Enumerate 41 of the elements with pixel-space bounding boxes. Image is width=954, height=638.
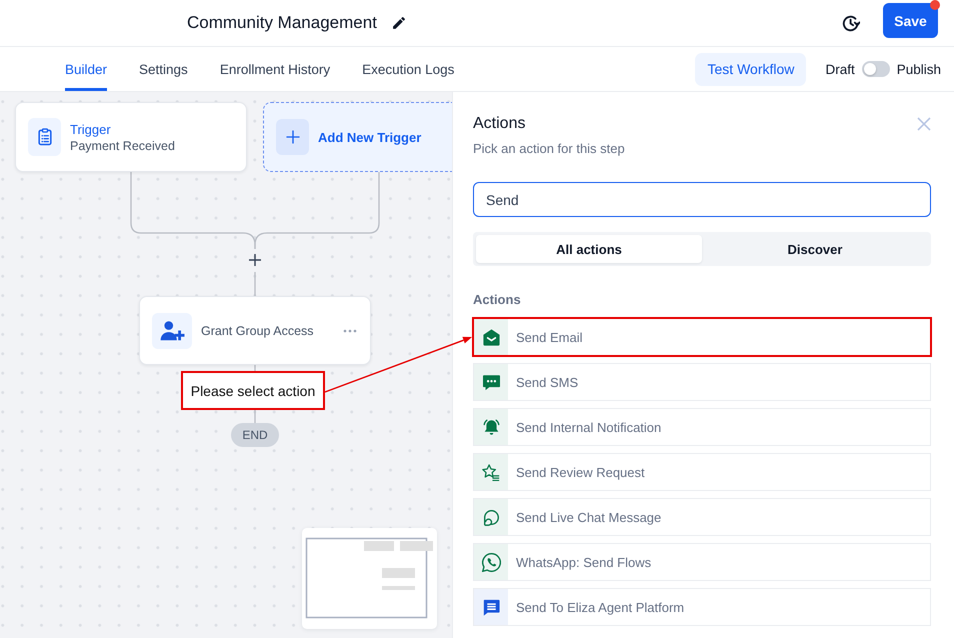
action-item[interactable]: WhatsApp: Send Flows [473, 543, 931, 581]
clipboard-icon [28, 118, 61, 156]
step-label: Grant Group Access [201, 324, 315, 338]
action-node[interactable]: Grant Group Access [139, 296, 371, 365]
action-item[interactable]: Send Email [473, 318, 931, 356]
end-node: END [231, 423, 279, 447]
trigger-title: Trigger [70, 122, 112, 136]
nav-tab[interactable]: Settings [139, 47, 188, 91]
trigger-node[interactable]: Trigger Payment Received [15, 102, 247, 172]
pencil-icon[interactable] [392, 17, 405, 29]
nav-tab[interactable]: Enrollment History [220, 47, 330, 91]
segment-tab[interactable]: Discover [702, 235, 928, 263]
search-field[interactable]: Send [473, 182, 931, 217]
draft-label: Draft [825, 62, 855, 76]
publish-toggle[interactable] [862, 61, 890, 77]
panel-title: Actions [473, 115, 526, 133]
close-icon[interactable] [917, 117, 931, 131]
action-item[interactable]: Send SMS [473, 363, 931, 401]
nav-tab[interactable]: Execution Logs [362, 47, 454, 91]
publish-label: Publish [896, 62, 941, 76]
user-plus-icon [152, 312, 192, 348]
add-trigger-button[interactable]: Add New Trigger [263, 102, 452, 172]
workflow-title: Community Management [187, 13, 377, 33]
minimap-drawing[interactable] [302, 528, 437, 629]
annotation-label: Please select action [181, 371, 325, 410]
connector-line [254, 272, 256, 296]
action-item[interactable]: Send Live Chat Message [473, 498, 931, 536]
connector-line [254, 410, 256, 423]
history-icon[interactable] [842, 14, 860, 32]
section-heading: Actions [473, 291, 522, 309]
plus-icon[interactable] [249, 254, 261, 266]
save-button[interactable]: Save [883, 3, 938, 38]
action-item[interactable]: Send Review Request [473, 453, 931, 491]
segment-tab[interactable]: All actions [476, 235, 702, 263]
more-icon[interactable] [343, 328, 357, 332]
trigger-subtitle: Payment Received [70, 138, 175, 152]
action-item[interactable]: Send Internal Notification [473, 408, 931, 446]
panel-subtitle: Pick an action for this step [473, 140, 626, 158]
action-item[interactable]: Send To Eliza Agent Platform [473, 588, 931, 626]
test-workflow-button[interactable]: Test Workflow [695, 52, 806, 86]
plus-icon [276, 119, 309, 155]
